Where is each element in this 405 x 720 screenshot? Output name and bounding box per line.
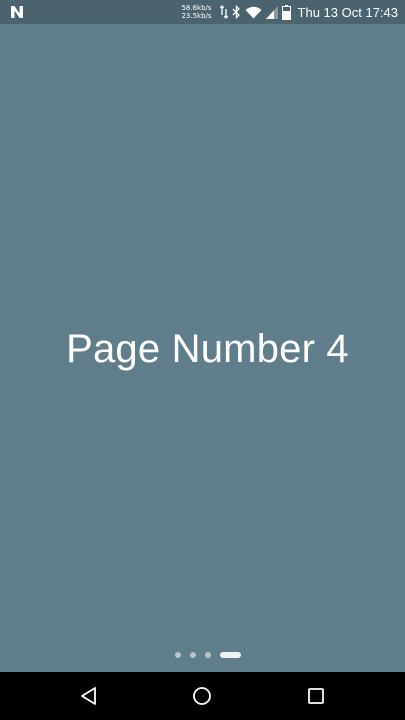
data-transfer-icon xyxy=(219,5,228,19)
app-screen: 58.6kb/s 23.5kb/s Thu 13 Oct 17:43 Page … xyxy=(0,0,405,720)
status-time: Thu 13 Oct 17:43 xyxy=(297,4,398,20)
wifi-icon xyxy=(245,6,262,18)
network-speed: 58.6kb/s 23.5kb/s xyxy=(181,4,211,20)
network-speed-down: 23.5kb/s xyxy=(181,12,212,20)
page-dot-3[interactable] xyxy=(204,652,211,658)
page-indicator xyxy=(0,651,405,659)
recents-icon[interactable] xyxy=(304,684,328,708)
n-logo-icon xyxy=(11,6,23,18)
network-speed-up: 58.6kb/s xyxy=(181,4,212,12)
home-icon[interactable] xyxy=(190,684,214,708)
page-content[interactable]: Page Number 4 xyxy=(0,24,405,672)
page-title: Page Number 4 xyxy=(66,326,349,371)
back-icon[interactable] xyxy=(77,684,101,708)
page-dot-4-active[interactable] xyxy=(219,652,241,658)
signal-icon xyxy=(265,5,278,19)
status-bar: 58.6kb/s 23.5kb/s Thu 13 Oct 17:43 xyxy=(0,0,405,24)
battery-icon xyxy=(281,4,291,20)
page-dot-2[interactable] xyxy=(189,652,196,658)
navigation-bar xyxy=(0,672,405,720)
page-dot-1[interactable] xyxy=(174,652,181,658)
bluetooth-icon xyxy=(232,5,240,19)
status-icons: 58.6kb/s 23.5kb/s Thu 13 Oct 17:43 xyxy=(181,0,398,24)
